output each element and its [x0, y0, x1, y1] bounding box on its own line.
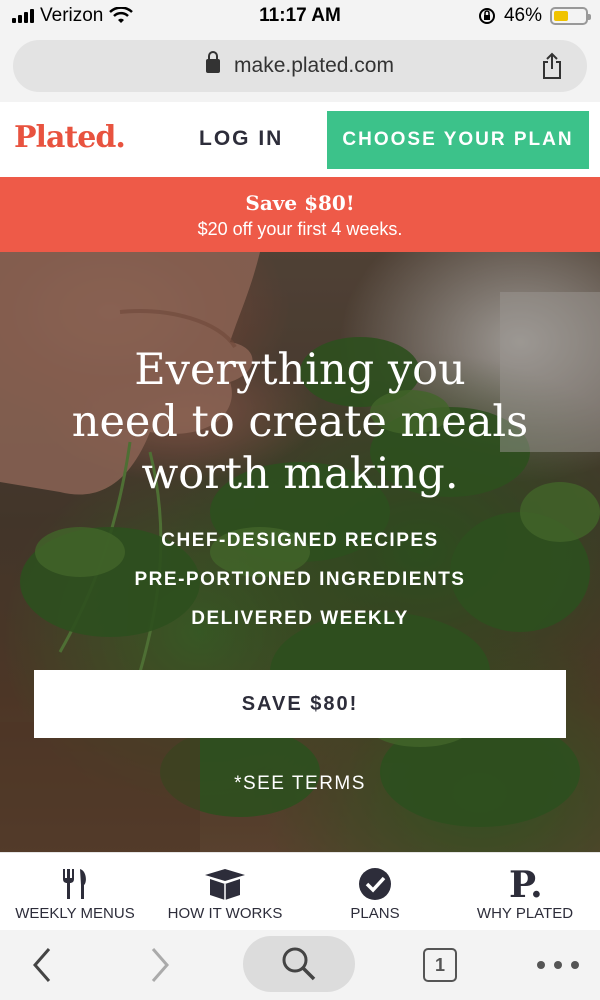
- svg-text:P.: P.: [509, 865, 542, 901]
- nav-how-it-works[interactable]: HOW IT WORKS: [150, 853, 300, 931]
- hero-headline-line: Everything you: [134, 345, 466, 395]
- feature-item: PRE-PORTIONED INGREDIENTS: [134, 569, 466, 590]
- plated-p-icon: P.: [509, 865, 542, 901]
- nav-weekly-menus[interactable]: WEEKLY MENUS: [0, 853, 150, 931]
- hero-headline-line: worth making.: [141, 449, 459, 499]
- tab-count: 1: [423, 948, 457, 982]
- chevron-left-icon: [33, 948, 51, 982]
- battery-icon: [550, 7, 591, 25]
- more-dots-icon: [537, 961, 579, 969]
- tabs-button[interactable]: 1: [410, 930, 470, 1000]
- checkmark-circle-icon: [359, 868, 391, 900]
- login-link[interactable]: LOG IN: [199, 127, 283, 151]
- nav-plans[interactable]: PLANS: [300, 853, 450, 931]
- share-icon[interactable]: [539, 52, 565, 80]
- feature-item: DELIVERED WEEKLY: [191, 608, 409, 629]
- more-button[interactable]: [528, 930, 588, 1000]
- plated-logo[interactable]: Plated.: [14, 120, 126, 155]
- nav-label: WEEKLY MENUS: [15, 905, 135, 922]
- hero-headline-line: need to create meals: [71, 397, 529, 447]
- lock-icon: [206, 51, 221, 73]
- nav-label: HOW IT WORKS: [167, 905, 283, 922]
- utensils-icon: [63, 869, 86, 899]
- site-header: Plated. LOG IN CHOOSE YOUR PLAN: [0, 102, 600, 177]
- search-icon: [282, 947, 316, 981]
- chevron-right-icon: [151, 948, 169, 982]
- see-terms-link[interactable]: *SEE TERMS: [0, 773, 600, 795]
- search-button[interactable]: [243, 936, 355, 992]
- hero-feature-list: CHEF-DESIGNED RECIPES PRE-PORTIONED INGR…: [0, 530, 600, 647]
- browser-address-area: make.plated.com: [0, 34, 600, 102]
- url-text: make.plated.com: [234, 54, 394, 77]
- battery-percent: 46%: [503, 5, 542, 26]
- promo-subtitle: $20 off your first 4 weeks.: [197, 219, 403, 239]
- battery-group: 46%: [478, 5, 591, 27]
- url-display: make.plated.com: [13, 51, 587, 78]
- hero-headline: Everything you need to create meals wort…: [20, 344, 580, 500]
- choose-plan-button[interactable]: CHOOSE YOUR PLAN: [327, 111, 589, 169]
- battery-level: [554, 11, 568, 21]
- hero-section: Everything you need to create meals wort…: [0, 252, 600, 852]
- promo-banner[interactable]: Save $80! $20 off your first 4 weeks.: [0, 177, 600, 252]
- box-icon: [205, 869, 245, 900]
- status-bar: Verizon 11:17 AM 46%: [0, 0, 600, 34]
- feature-item: CHEF-DESIGNED RECIPES: [161, 530, 439, 551]
- nav-why-plated[interactable]: P. WHY PLATED: [450, 853, 600, 931]
- orientation-lock-icon: [478, 8, 495, 24]
- forward-button[interactable]: [130, 930, 190, 1000]
- address-bar[interactable]: make.plated.com: [13, 40, 587, 92]
- nav-label: PLANS: [350, 905, 400, 922]
- save-80-button[interactable]: SAVE $80!: [34, 670, 566, 738]
- bottom-navigation: WEEKLY MENUS HOW IT WORKS PLANS P. WHY P…: [0, 852, 600, 930]
- promo-title: Save $80!: [245, 191, 355, 215]
- back-button[interactable]: [12, 930, 72, 1000]
- nav-label: WHY PLATED: [476, 905, 574, 922]
- browser-toolbar: 1: [0, 930, 600, 1000]
